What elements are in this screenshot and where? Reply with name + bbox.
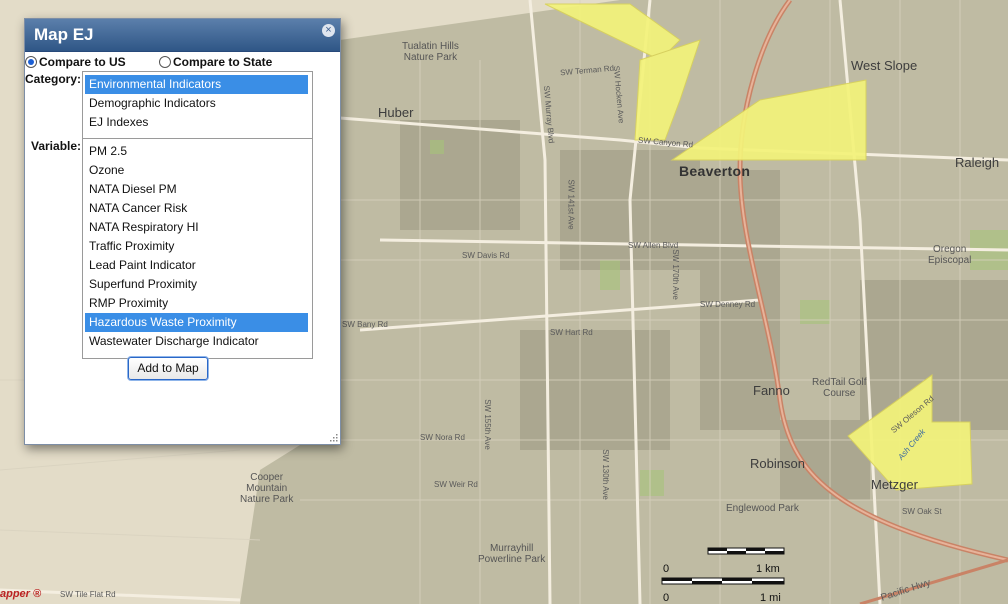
compare-state-radio[interactable]: Compare to State	[159, 55, 272, 69]
category-option[interactable]: Demographic Indicators	[85, 94, 308, 113]
compare-us-radio[interactable]: Compare to US	[25, 55, 126, 69]
road-130th: SW 130th Ave	[600, 449, 610, 500]
category-listbox[interactable]: Environmental Indicators Demographic Indi…	[82, 71, 313, 141]
road-hart: SW Hart Rd	[550, 328, 593, 337]
place-west-slope: West Slope	[851, 58, 918, 73]
place-fanno: Fanno	[753, 383, 790, 398]
place-metzger: Metzger	[871, 477, 918, 492]
radio-selected-icon[interactable]	[25, 56, 37, 68]
place-beaverton: Beaverton	[679, 163, 751, 179]
road-170th: SW 170th Ave	[670, 249, 680, 300]
place-oregon-episcopal: Oregon Episcopal	[928, 244, 972, 266]
place-huber: Huber	[378, 105, 414, 120]
variable-option[interactable]: NATA Respiratory HI	[85, 218, 308, 237]
scale-mi: 1 mi	[760, 592, 781, 604]
road-oak: SW Oak St	[902, 507, 942, 516]
dialog-title: Map EJ	[34, 25, 94, 44]
map-ej-dialog: Map EJ × Compare to US Compare to State …	[24, 18, 341, 445]
park-tualatin-hills: Tualatin Hills Nature Park	[402, 41, 459, 63]
scale-zero-mi: 0	[663, 592, 670, 604]
variable-label: Variable:	[31, 139, 82, 153]
road-155th: SW 155th Ave	[482, 399, 492, 450]
road-denney: SW Denney Rd	[700, 300, 756, 309]
road-weir: SW Weir Rd	[434, 480, 478, 489]
variable-option[interactable]: Hazardous Waste Proximity	[85, 313, 308, 332]
park-redtail: RedTail Golf Course	[812, 377, 867, 399]
park-englewood: Englewood Park	[726, 503, 799, 514]
road-davis: SW Davis Rd	[462, 251, 510, 260]
park-cooper-mountain: Cooper Mountain Nature Park	[240, 472, 294, 505]
variable-option[interactable]: Wastewater Discharge Indicator	[85, 332, 308, 351]
place-robinson: Robinson	[750, 456, 805, 471]
variable-option[interactable]: Lead Paint Indicator	[85, 256, 308, 275]
radio-unselected-icon[interactable]	[159, 56, 171, 68]
variable-option[interactable]: Traffic Proximity	[85, 237, 308, 256]
map-logo: apper ®	[0, 588, 42, 600]
variable-option[interactable]: NATA Cancer Risk	[85, 199, 308, 218]
add-to-map-button[interactable]: Add to Map	[128, 357, 208, 380]
close-icon[interactable]: ×	[322, 24, 335, 37]
category-label: Category:	[25, 72, 82, 86]
category-option[interactable]: EJ Indexes	[85, 113, 308, 132]
road-141st: SW 141st Ave	[566, 179, 576, 230]
scale-zero-km: 0	[663, 563, 670, 575]
resize-handle-icon[interactable]	[329, 433, 338, 442]
park-murrayhill: Murrayhill Powerline Park	[478, 543, 546, 565]
variable-option[interactable]: Superfund Proximity	[85, 275, 308, 294]
variable-option[interactable]: Ozone	[85, 161, 308, 180]
scale-km: 1 km	[756, 563, 780, 575]
category-option[interactable]: Environmental Indicators	[85, 75, 308, 94]
road-tile-flat: SW Tile Flat Rd	[60, 590, 116, 599]
compare-us-label: Compare to US	[39, 55, 126, 69]
road-nora: SW Nora Rd	[420, 433, 465, 442]
variable-option[interactable]: RMP Proximity	[85, 294, 308, 313]
dialog-titlebar[interactable]: Map EJ ×	[25, 19, 340, 52]
compare-state-label: Compare to State	[173, 55, 273, 69]
variable-option[interactable]: PM 2.5	[85, 142, 308, 161]
road-bany: SW Bany Rd	[342, 320, 388, 329]
place-raleigh: Raleigh	[955, 155, 1000, 170]
variable-listbox[interactable]: PM 2.5 Ozone NATA Diesel PM NATA Cancer Ris…	[82, 138, 313, 359]
variable-option[interactable]: NATA Diesel PM	[85, 180, 308, 199]
